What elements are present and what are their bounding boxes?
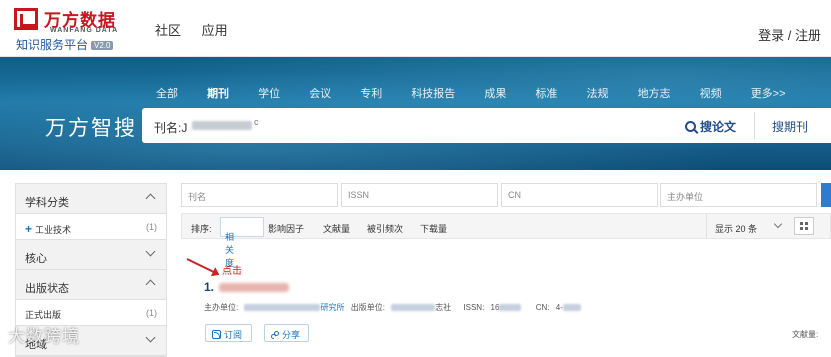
tab-tech-reports[interactable]: 科技报告 (411, 88, 455, 100)
divider (754, 112, 755, 139)
chevron-up-icon (145, 279, 156, 290)
tab-videos[interactable]: 视频 (700, 88, 722, 100)
redacted-issn (499, 304, 522, 312)
top-nav: 社区 应用 (155, 20, 245, 39)
wanfang-logo-mark-icon (14, 8, 38, 30)
facet-item-label: 正式出版 (25, 310, 62, 320)
search-query-tail: c (254, 117, 259, 127)
chevron-up-icon (145, 193, 156, 204)
facet-core-title: 核心 (25, 253, 47, 265)
redacted-cn (562, 304, 581, 312)
facet-item-count: (1) (146, 222, 157, 232)
share-button[interactable]: 分享 (264, 324, 309, 342)
facet-core[interactable]: 核心 (16, 240, 166, 270)
logo-subtitle: 知识服务平台 V2.0 (16, 36, 114, 53)
search-journals-button[interactable]: 搜期刊 (772, 118, 808, 135)
annotation-arrow (186, 258, 218, 275)
search-papers-label: 搜论文 (700, 120, 737, 134)
facet-subject-title: 学科分类 (25, 197, 69, 209)
share-label: 分享 (282, 330, 301, 340)
tab-theses[interactable]: 学位 (258, 88, 280, 100)
sponsor-label: 主办单位: (204, 303, 239, 312)
publisher-label: 出版单位: (350, 303, 385, 312)
nav-community[interactable]: 社区 (155, 23, 181, 38)
logo-subtitle-text: 知识服务平台 (16, 38, 89, 52)
tab-more[interactable]: 更多>> (751, 88, 786, 100)
search-input[interactable]: 刊名:J c 搜论文 搜期刊 (142, 108, 831, 143)
grid-view-icon[interactable] (794, 217, 814, 235)
page-size-label: 显示 20 条 (715, 224, 758, 234)
facet-item-label: 工业技术 (35, 225, 72, 235)
redacted-title (219, 283, 289, 292)
facet-publication-status[interactable]: 出版状态 (16, 270, 166, 300)
filter-submit-button[interactable] (821, 183, 831, 207)
redacted-publisher (391, 304, 436, 312)
sort-citations[interactable]: 被引频次 (367, 222, 403, 235)
journal-name-filter-input[interactable]: 刊名 (181, 183, 338, 207)
chevron-down-icon (145, 246, 156, 257)
issn-label: ISSN: (463, 303, 485, 312)
filter-bar: 刊名 ISSN CN 主办单位 (181, 183, 831, 207)
cn-label: CN: (535, 303, 550, 312)
sponsor-tail: 研究所 (320, 303, 345, 312)
sort-label: 排序: (191, 224, 212, 234)
tab-laws[interactable]: 法规 (587, 88, 609, 100)
sort-impact-factor[interactable]: 影响因子 (268, 222, 304, 235)
subscribe-button[interactable]: 订阅 (205, 324, 252, 342)
subscribe-label: 订阅 (224, 330, 243, 340)
issn-filter-input[interactable]: ISSN (341, 183, 498, 207)
tab-achievements[interactable]: 成果 (484, 88, 506, 100)
login-register-link[interactable]: 登录 / 注册 (758, 25, 821, 44)
facet-subject[interactable]: 学科分类 (16, 184, 166, 214)
arrow-down-icon: ↓ (225, 230, 230, 240)
resource-type-tabs: 全部 期刊 学位 会议 专利 科技报告 成果 标准 法规 地方志 视频 更多>> (156, 85, 812, 101)
nav-apps[interactable]: 应用 (202, 23, 228, 38)
version-badge: V2.0 (91, 41, 114, 50)
tab-conferences[interactable]: 会议 (309, 88, 331, 100)
search-query-prefix: 刊名:J (154, 121, 188, 135)
cn-value: 4- (555, 303, 563, 312)
facet-item-count: (1) (146, 308, 157, 318)
sort-doc-count[interactable]: 文献量 (323, 222, 350, 235)
search-icon (685, 121, 696, 132)
facet-publication-status-title: 出版状态 (25, 283, 69, 295)
result-title-link[interactable]: 1. (204, 280, 214, 294)
annotation-click-label: 点击 (222, 266, 242, 277)
plus-icon: + (25, 222, 33, 236)
search-papers-button[interactable]: 搜论文 (685, 118, 736, 135)
issn-value: 16 (490, 303, 500, 312)
chevron-down-icon (145, 332, 156, 343)
tab-standards[interactable]: 标准 (535, 88, 557, 100)
tab-journals[interactable]: 期刊 (207, 88, 229, 100)
tab-local-chronicles[interactable]: 地方志 (638, 88, 671, 100)
doc-count-label: 文献量: (792, 330, 819, 339)
facet-item-industrial-tech[interactable]: + 工业技术 (1) (16, 214, 166, 240)
rss-icon (212, 330, 221, 339)
search-banner: 全部 期刊 学位 会议 专利 科技报告 成果 标准 法规 地方志 视频 更多>>… (0, 57, 831, 170)
sort-downloads[interactable]: 下载量 (420, 222, 447, 235)
result-meta: 主办单位: 研究所 出版单位: 志社 ISSN: 16 CN: 4- (204, 302, 581, 313)
cn-filter-input[interactable]: CN (501, 183, 658, 207)
wanfang-logo[interactable]: 万方数据 WANFANG DATA 知识服务平台 V2.0 (14, 6, 134, 52)
logo-english: WANFANG DATA (50, 27, 119, 34)
publisher-tail: 志社 (435, 303, 452, 312)
redacted-sponsor (244, 304, 321, 312)
redacted-query (192, 121, 252, 130)
sort-bar: 排序: 相关度 ↓ 影响因子 文献量 被引频次 下载量 显示 20 条 (181, 213, 831, 268)
sponsor-filter-input[interactable]: 主办单位 (660, 183, 817, 207)
top-bar: 万方数据 WANFANG DATA 知识服务平台 V2.0 社区 应用 登录 / … (0, 0, 831, 57)
tab-patents[interactable]: 专利 (360, 88, 382, 100)
result-index: 1. (204, 280, 215, 294)
share-icon (271, 331, 279, 339)
tab-all[interactable]: 全部 (156, 88, 178, 100)
watermark: 大数跨境 (8, 327, 80, 346)
banner-title: 万方智搜 (45, 117, 137, 140)
